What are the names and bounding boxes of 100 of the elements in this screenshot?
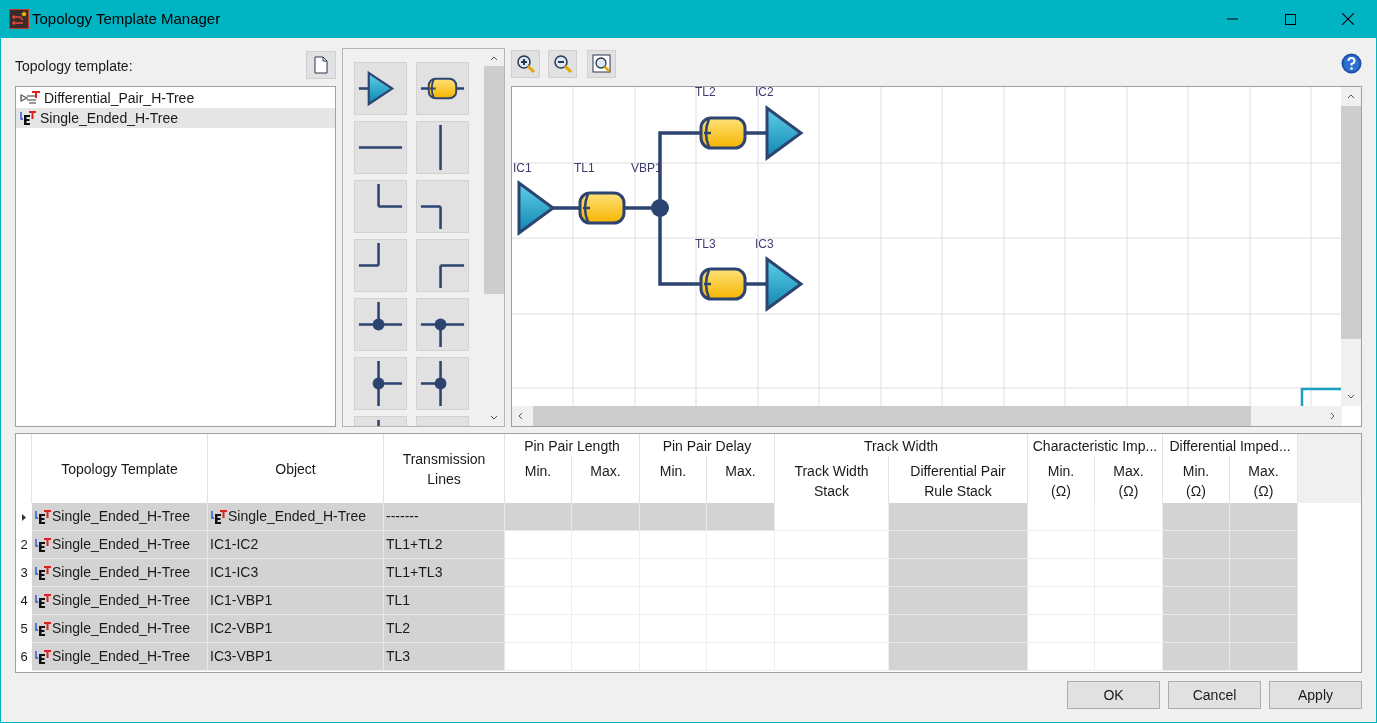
buffer-icon [358, 70, 395, 107]
scroll-down-icon[interactable] [490, 415, 498, 420]
corner-line-icon [419, 205, 442, 231]
template-icon [34, 592, 52, 609]
header-filler [1298, 434, 1361, 503]
table-cell[interactable] [1028, 531, 1095, 559]
palette-tool[interactable] [416, 298, 469, 351]
window-title: Topology Template Manager [32, 8, 221, 29]
scroll-right-icon[interactable] [1330, 412, 1335, 420]
template-icon [34, 508, 52, 525]
zoom-out-button[interactable] [548, 50, 577, 78]
zoom-fit-button[interactable] [587, 50, 616, 78]
table-cell[interactable] [1095, 587, 1163, 615]
differential-template-icon [19, 90, 41, 106]
wire [746, 131, 767, 135]
palette-tool[interactable] [416, 357, 469, 410]
palette-tool[interactable] [354, 357, 407, 410]
node-label: IC3 [755, 237, 774, 251]
palette-tool[interactable] [416, 121, 469, 174]
dialog-button[interactable]: Apply [1269, 681, 1362, 709]
table-cell[interactable] [505, 531, 572, 559]
template-icon [34, 620, 52, 637]
vertical-scrollbar[interactable] [1341, 87, 1361, 406]
close-icon [1342, 13, 1354, 25]
dialog-button[interactable]: OK [1067, 681, 1160, 709]
table-cell[interactable] [775, 503, 889, 531]
node-label: IC1 [513, 161, 532, 175]
new-template-button[interactable] [306, 51, 336, 79]
zoom-in-icon [515, 54, 536, 74]
palette-tool[interactable] [416, 62, 469, 115]
junction-dot[interactable] [651, 199, 669, 217]
palette-tool[interactable] [354, 62, 407, 115]
templates-label: Topology template: [15, 57, 133, 76]
palette-tool[interactable] [354, 298, 407, 351]
vertical-line-icon [377, 419, 380, 426]
new-document-icon [314, 56, 328, 74]
table-cell[interactable] [505, 559, 572, 587]
scrollbar-thumb[interactable] [484, 66, 504, 294]
table-cell[interactable] [1095, 643, 1163, 671]
node-label: TL3 [695, 237, 716, 251]
template-icon [210, 508, 228, 525]
table-cell[interactable] [775, 615, 889, 643]
junction-icon [357, 300, 404, 331]
transmission-line-icon [419, 77, 466, 100]
table-cell[interactable] [640, 643, 707, 671]
zoom-out-icon [552, 54, 573, 74]
buffer-symbol[interactable] [765, 105, 804, 161]
help-icon[interactable] [1341, 53, 1362, 74]
node-label: IC2 [755, 87, 774, 99]
corner-line-icon [357, 241, 380, 267]
table-cell[interactable] [505, 615, 572, 643]
table-cell[interactable] [1028, 503, 1095, 531]
vertical-line-icon [439, 124, 442, 171]
table-cell[interactable] [775, 587, 889, 615]
buffer-symbol[interactable] [517, 180, 556, 236]
table-cell[interactable] [707, 643, 775, 671]
table-cell[interactable] [775, 531, 889, 559]
scroll-left-icon[interactable] [518, 412, 523, 420]
palette-tool[interactable] [354, 239, 407, 292]
maximize-icon [1284, 13, 1296, 25]
app-icon [9, 9, 29, 29]
palette-tool[interactable] [416, 180, 469, 233]
template-icon [19, 110, 37, 126]
junction-icon [372, 359, 404, 408]
palette-tool[interactable] [416, 239, 469, 292]
scroll-up-icon[interactable] [490, 56, 498, 61]
table-cell[interactable] [1028, 643, 1095, 671]
minimize-icon [1226, 18, 1238, 20]
scrollbar-thumb[interactable] [1341, 106, 1361, 339]
node-label: TL2 [695, 87, 716, 99]
table-cell[interactable] [572, 531, 640, 559]
table-cell[interactable] [1095, 615, 1163, 643]
scroll-down-icon[interactable] [1347, 394, 1355, 399]
table-cell[interactable] [505, 587, 572, 615]
scroll-up-icon[interactable] [1347, 94, 1355, 99]
table-cell[interactable] [707, 531, 775, 559]
table-cell[interactable] [775, 559, 889, 587]
table-cell[interactable] [1028, 559, 1095, 587]
table-cell[interactable] [1095, 503, 1163, 531]
corner-line-icon [377, 182, 404, 208]
zoom-in-button[interactable] [511, 50, 540, 78]
table-cell[interactable] [1095, 559, 1163, 587]
table-cell[interactable] [505, 643, 572, 671]
node-label: TL1 [574, 161, 595, 175]
template-item[interactable]: Single_Ended_H-Tree [16, 108, 335, 128]
table-cell[interactable] [1028, 587, 1095, 615]
dialog-button[interactable]: Cancel [1168, 681, 1261, 709]
table-cell[interactable] [1095, 531, 1163, 559]
table-cell[interactable] [1028, 615, 1095, 643]
table-cell[interactable] [640, 531, 707, 559]
horizontal-line-icon [358, 146, 403, 149]
corner-line-icon [439, 264, 466, 290]
palette-tool[interactable] [354, 180, 407, 233]
viewport-marker [1300, 387, 1342, 407]
palette-tool[interactable] [354, 121, 407, 174]
buffer-symbol[interactable] [765, 256, 804, 312]
table-cell[interactable] [572, 643, 640, 671]
wire [553, 206, 580, 210]
template-icon [34, 648, 52, 665]
table-cell[interactable] [775, 643, 889, 671]
